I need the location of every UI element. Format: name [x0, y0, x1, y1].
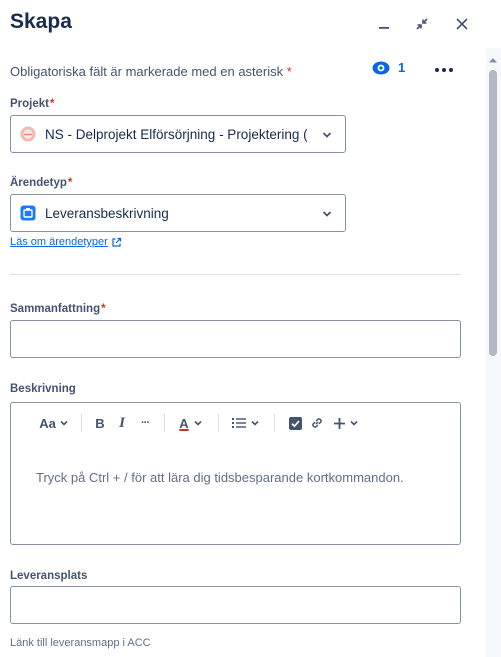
editor-toolbar: Aa B I ··· A [11, 403, 460, 443]
chevron-down-icon [350, 420, 358, 426]
minimize-button[interactable] [372, 12, 396, 36]
bullet-list-icon [232, 418, 246, 428]
bold-label: B [95, 415, 105, 431]
project-label: Projekt* [10, 98, 54, 110]
section-divider [10, 274, 461, 275]
issue-type-required-asterisk: * [67, 177, 73, 189]
chevron-down-icon [251, 420, 259, 426]
more-formatting-label: ··· [141, 417, 150, 429]
task-checkbox-button[interactable] [286, 412, 304, 434]
issue-type-label: Ärendetyp* [10, 177, 72, 189]
plus-icon [334, 417, 345, 429]
text-style-label: Aa [39, 415, 56, 431]
required-note-text: Obligatoriska fält är markerade med en a… [10, 64, 284, 79]
external-link-icon [112, 237, 121, 247]
dialog-header: Skapa [0, 0, 501, 48]
description-placeholder: Tryck på Ctrl + / för att lära dig tidsb… [36, 470, 404, 485]
toolbar-separator [218, 414, 219, 432]
project-required-asterisk: * [50, 98, 55, 110]
required-note: Obligatoriska fält är markerade med en a… [10, 64, 292, 79]
more-formatting-button[interactable]: ··· [135, 412, 155, 434]
minimize-icon [379, 27, 389, 29]
close-button[interactable] [450, 12, 474, 36]
toolbar-separator [81, 414, 82, 432]
toolbar-separator [274, 414, 275, 432]
chevron-down-icon [60, 420, 68, 426]
issue-type-help-link[interactable]: Läs om ärendetyper [10, 236, 122, 248]
description-label: Beskrivning [10, 383, 76, 395]
issue-type-help-link-text: Läs om ärendetyper [10, 236, 108, 248]
issue-type-value: Leveransbeskrivning [45, 205, 169, 221]
summary-required-asterisk: * [101, 303, 106, 315]
description-editor[interactable]: Aa B I ··· A Tryck på Ctrl + / för att l… [10, 402, 461, 545]
description-label-text: Beskrivning [10, 383, 76, 395]
scrollbar-thumb[interactable] [489, 70, 497, 356]
project-value: NS - Delprojekt Elförsörjning - Projekte… [45, 126, 307, 142]
more-actions-button[interactable] [432, 60, 456, 80]
summary-label-text: Sammanfattning [10, 303, 101, 315]
project-select[interactable]: NS - Delprojekt Elförsörjning - Projekte… [10, 115, 346, 153]
link-button[interactable] [308, 412, 326, 434]
watch-count: 1 [398, 60, 406, 75]
more-icon [435, 68, 453, 72]
text-color-button[interactable]: A [174, 412, 208, 434]
close-icon [456, 18, 468, 30]
required-asterisk: * [286, 64, 292, 79]
watch-button[interactable]: 1 [372, 60, 405, 75]
bold-button[interactable]: B [91, 412, 109, 434]
text-style-button[interactable]: Aa [37, 412, 71, 434]
project-label-text: Projekt [10, 98, 49, 110]
toolbar-separator [164, 414, 165, 432]
list-button[interactable] [230, 412, 262, 434]
issue-type-label-text: Ärendetyp [10, 177, 67, 189]
italic-label: I [119, 414, 125, 431]
delivery-place-input[interactable] [10, 586, 461, 624]
issue-type-icon [20, 205, 36, 221]
chevron-down-icon [194, 420, 202, 426]
summary-input[interactable] [10, 320, 461, 358]
project-avatar-icon [20, 126, 36, 142]
delivery-place-label-text: Leveransplats [10, 570, 88, 582]
delivery-place-hint: Länk till leveransmapp i ACC [10, 637, 151, 649]
chevron-down-icon [322, 211, 332, 217]
dialog-title: Skapa [10, 10, 72, 33]
italic-button[interactable]: I [113, 412, 131, 434]
form-scroll-area: Obligatoriska fält är markerade med en a… [0, 48, 486, 657]
summary-label: Sammanfattning* [10, 303, 106, 315]
insert-button[interactable] [331, 412, 361, 434]
chevron-down-icon [322, 132, 332, 138]
issue-type-select[interactable]: Leveransbeskrivning [10, 194, 346, 232]
eye-icon [372, 61, 390, 74]
text-color-label: A [179, 415, 189, 431]
link-icon [312, 418, 322, 428]
collapse-icon [416, 18, 428, 30]
scroll-up-arrow-icon[interactable] [488, 56, 498, 64]
collapse-button[interactable] [410, 12, 434, 36]
delivery-place-label: Leveransplats [10, 570, 87, 582]
checkbox-icon [288, 416, 302, 430]
